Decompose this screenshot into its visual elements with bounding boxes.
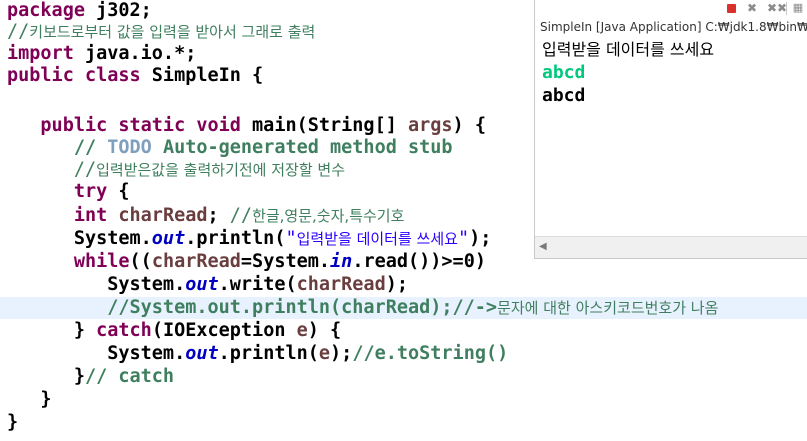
code-token: " [285,228,297,249]
code-token: } [7,412,19,433]
code-token: charRead [151,251,241,272]
code-line[interactable]: } [0,412,807,434]
console-title: SimpleIn [Java Application] C:₩jdk1.8₩bi… [540,20,807,34]
code-token: out [185,274,219,295]
code-token: e [318,343,331,364]
code-token: // catch [84,366,175,387]
code-token: public static void [7,115,253,136]
terminate-icon[interactable] [724,1,738,15]
code-token: } [7,366,85,387]
code-token: // [7,21,30,42]
code-token: System. [7,228,152,249]
code-token: ) { [452,115,486,136]
code-token: " [457,228,470,249]
code-token: } [7,389,52,410]
remove-all-launches-icon[interactable]: ✖✖ [767,1,787,15]
code-token: // [7,159,97,180]
scroll-left-icon[interactable]: ◀ [539,241,547,252]
code-line[interactable]: System.out.write(charRead); [0,274,807,296]
code-token: { [107,181,130,202]
code-token: java.io.*; [84,43,197,64]
code-token: out [151,228,186,249]
code-token: 입력받을 데이터를 쓰세요 [296,230,458,248]
code-token: Auto-generated method stub [151,137,453,158]
code-token: 키보드로부터 값을 입력을 받아서 그래로 출력 [29,23,316,41]
code-token: // [7,137,108,158]
code-token: import [7,43,85,64]
toolbar-separator [786,2,787,15]
code-token: 문자에 대한 아스키코드번호가 나옴 [497,299,719,317]
code-line[interactable]: } [0,389,807,411]
code-token: ); [469,228,492,249]
code-token: .write( [218,274,297,295]
code-token: .read())>=0) [352,251,486,272]
code-token: in [330,251,353,272]
code-token: TODO [107,137,152,158]
code-token: public class [7,65,152,86]
code-line[interactable]: } catch(IOException e) { [0,320,807,342]
code-token: ); [385,274,408,295]
code-token: // [229,205,253,226]
code-token: catch [96,320,152,341]
code-token: charRead [296,274,386,295]
code-token: while [7,251,130,272]
code-token: =System. [240,251,331,272]
code-line[interactable]: }// catch [0,366,807,388]
code-token: e [296,320,308,341]
code-token: charRead [118,205,208,226]
code-token: args [407,115,453,136]
remove-launch-icon[interactable]: ✖ [745,1,759,15]
code-token: 한글,영문,숫자,특수기호 [252,207,405,225]
console-horizontal-scrollbar[interactable]: ◀ [535,236,807,258]
code-token: System. [7,274,186,295]
code-token: ) { [307,320,342,341]
code-token: int [7,205,119,226]
console-output-line: abcd [542,85,586,106]
console-options-icon[interactable]: ▦ [791,1,805,15]
code-token: (( [129,251,152,272]
code-token: j302; [96,0,152,21]
code-token: System. [7,343,186,364]
code-token: .println( [185,228,286,249]
code-token: //e.toString() [352,343,509,364]
code-token: SimpleIn { [151,65,264,86]
code-token: .println( [218,343,319,364]
code-token: //System.out.println(charRead);//-> [7,297,498,318]
console-toolbar: ✖ ✖✖ ▦ [535,0,807,18]
code-token: ; [207,205,230,226]
code-token: package [7,0,97,21]
console-view: ✖ ✖✖ ▦ SimpleIn [Java Application] C:₩jd… [534,0,807,259]
code-token: } [7,320,97,341]
code-line[interactable]: System.out.println(e);//e.toString() [0,343,807,365]
code-token: out [185,343,219,364]
console-output-line: 입력받을 데이터를 쓰세요 [542,40,715,59]
code-line[interactable]: //System.out.println(charRead);//->문자에 대… [0,297,807,319]
code-token: main(String[] [252,115,408,136]
code-token: (IOException [151,320,297,341]
code-token: try [7,181,108,202]
code-token: 입력받은값을 출력하기전에 저장할 변수 [96,161,346,179]
console-input-line: abcd [542,62,586,83]
code-token: ); [330,343,353,364]
